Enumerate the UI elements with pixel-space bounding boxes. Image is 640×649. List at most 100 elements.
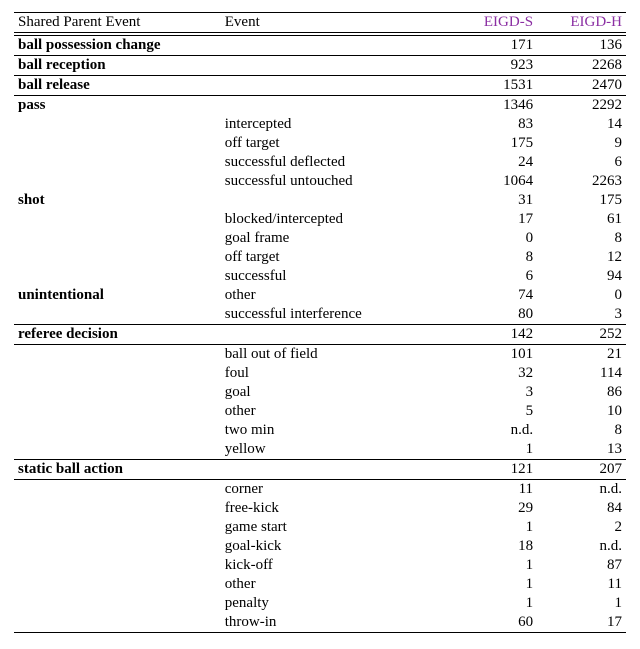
cell-event: blocked/intercepted (221, 210, 448, 229)
col-eigd-s: EIGD-S (448, 13, 537, 33)
table-row: free-kick2984 (14, 499, 626, 518)
cell-event (221, 325, 448, 345)
cell-event: game start (221, 518, 448, 537)
cell-eigd-s: 1346 (448, 96, 537, 116)
table-row: static ball action 121207 (14, 460, 626, 480)
cell-eigd-h: n.d. (537, 480, 626, 500)
cell-parent (14, 480, 221, 500)
event-count-table: Shared Parent Event Event EIGD-S EIGD-H … (14, 12, 626, 633)
cell-parent: ball reception (14, 56, 221, 76)
cell-event: successful (221, 267, 448, 286)
cell-event: corner (221, 480, 448, 500)
cell-event (221, 460, 448, 480)
cell-event (221, 191, 448, 210)
cell-event: penalty (221, 594, 448, 613)
table-row: yellow113 (14, 440, 626, 460)
table-row: shot31175 (14, 191, 626, 210)
cell-eigd-h: 0 (537, 286, 626, 305)
table-row: ball out of field10121 (14, 345, 626, 365)
cell-event: free-kick (221, 499, 448, 518)
cell-eigd-h: 21 (537, 345, 626, 365)
table-row: successful694 (14, 267, 626, 286)
cell-eigd-h: 12 (537, 248, 626, 267)
cell-event: successful deflected (221, 153, 448, 172)
cell-event: goal frame (221, 229, 448, 248)
cell-parent (14, 267, 221, 286)
cell-eigd-s: 31 (448, 191, 537, 210)
cell-eigd-s: 121 (448, 460, 537, 480)
table-row: throw-in6017 (14, 613, 626, 633)
cell-parent: pass (14, 96, 221, 116)
cell-eigd-h: 8 (537, 229, 626, 248)
cell-parent (14, 305, 221, 325)
cell-event: foul (221, 364, 448, 383)
table-row: pass 13462292 (14, 96, 626, 116)
cell-eigd-h: 94 (537, 267, 626, 286)
cell-eigd-h: 114 (537, 364, 626, 383)
table-row: foul32114 (14, 364, 626, 383)
cell-eigd-h: 17 (537, 613, 626, 633)
cell-parent (14, 364, 221, 383)
cell-eigd-h: 252 (537, 325, 626, 345)
cell-eigd-s: 60 (448, 613, 537, 633)
cell-event (221, 36, 448, 56)
cell-event (221, 76, 448, 96)
cell-eigd-s: 1531 (448, 76, 537, 96)
col-event: Event (221, 13, 448, 33)
cell-eigd-h: 207 (537, 460, 626, 480)
cell-eigd-s: 17 (448, 210, 537, 229)
table-row: other510 (14, 402, 626, 421)
cell-eigd-s: 6 (448, 267, 537, 286)
cell-eigd-s: 1 (448, 440, 537, 460)
cell-parent: unintentional (14, 286, 221, 305)
cell-eigd-s: 0 (448, 229, 537, 248)
cell-eigd-h: 2268 (537, 56, 626, 76)
cell-event: intercepted (221, 115, 448, 134)
cell-eigd-s: 5 (448, 402, 537, 421)
cell-parent (14, 556, 221, 575)
cell-parent (14, 575, 221, 594)
cell-eigd-h: 13 (537, 440, 626, 460)
cell-event: off target (221, 134, 448, 153)
cell-eigd-s: 1 (448, 575, 537, 594)
cell-event: kick-off (221, 556, 448, 575)
table-row: kick-off187 (14, 556, 626, 575)
cell-parent (14, 134, 221, 153)
cell-parent (14, 499, 221, 518)
cell-eigd-h: 175 (537, 191, 626, 210)
cell-parent (14, 153, 221, 172)
cell-eigd-s: 175 (448, 134, 537, 153)
table-row: goal386 (14, 383, 626, 402)
cell-event: other (221, 575, 448, 594)
cell-eigd-h: 6 (537, 153, 626, 172)
cell-parent: static ball action (14, 460, 221, 480)
cell-event: two min (221, 421, 448, 440)
cell-eigd-h: 10 (537, 402, 626, 421)
cell-parent (14, 383, 221, 402)
cell-eigd-s: 83 (448, 115, 537, 134)
cell-event (221, 56, 448, 76)
cell-eigd-h: 2 (537, 518, 626, 537)
cell-event: successful interference (221, 305, 448, 325)
table-row: intercepted8314 (14, 115, 626, 134)
cell-eigd-h: 8 (537, 421, 626, 440)
cell-eigd-h: 3 (537, 305, 626, 325)
cell-eigd-s: 74 (448, 286, 537, 305)
table-row: referee decision142252 (14, 325, 626, 345)
cell-eigd-h: 2292 (537, 96, 626, 116)
table-header-row: Shared Parent Event Event EIGD-S EIGD-H (14, 13, 626, 33)
cell-eigd-h: 84 (537, 499, 626, 518)
cell-event (221, 96, 448, 116)
cell-parent (14, 172, 221, 191)
cell-parent (14, 115, 221, 134)
col-eigd-h: EIGD-H (537, 13, 626, 33)
cell-eigd-s: 171 (448, 36, 537, 56)
table-row: successful untouched10642263 (14, 172, 626, 191)
cell-event: ball out of field (221, 345, 448, 365)
table-row: goal-kick18n.d. (14, 537, 626, 556)
cell-eigd-h: 136 (537, 36, 626, 56)
cell-eigd-s: 11 (448, 480, 537, 500)
cell-parent (14, 537, 221, 556)
cell-parent: ball possession change (14, 36, 221, 56)
cell-event: throw-in (221, 613, 448, 633)
